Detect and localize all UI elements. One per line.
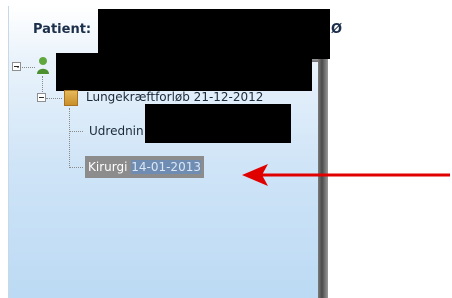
- tree-connector: [69, 131, 83, 132]
- tree-item-kirurgi-selected[interactable]: Kirurgi 14-01-2013: [85, 156, 204, 178]
- redacted-patient-name: [98, 9, 330, 59]
- tree-connector: [17, 67, 35, 68]
- tree-connector: [46, 98, 62, 99]
- patient-header-label: Patient:: [33, 22, 92, 37]
- course-expander[interactable]: [37, 93, 46, 102]
- patient-header-tail: Ø: [331, 22, 343, 37]
- tree-item-udredning[interactable]: Udrednin: [89, 124, 144, 138]
- kirurgi-date: 14-01-2013: [131, 160, 201, 174]
- screenshot-stage: Patient: Ø Lungekræftforløb 21-12-2012 U…: [0, 0, 452, 298]
- redacted-root-label: [56, 53, 312, 91]
- course-label[interactable]: Lungekræftforløb 21-12-2012: [86, 90, 263, 104]
- patient-person-icon: [37, 57, 49, 74]
- tree-connector: [69, 167, 83, 168]
- kirurgi-label: Kirurgi: [88, 160, 132, 174]
- tree-connector: [69, 108, 70, 168]
- redacted-child-label: [145, 104, 291, 143]
- red-annotation-arrow: [242, 164, 450, 186]
- course-folder-icon: [64, 90, 78, 106]
